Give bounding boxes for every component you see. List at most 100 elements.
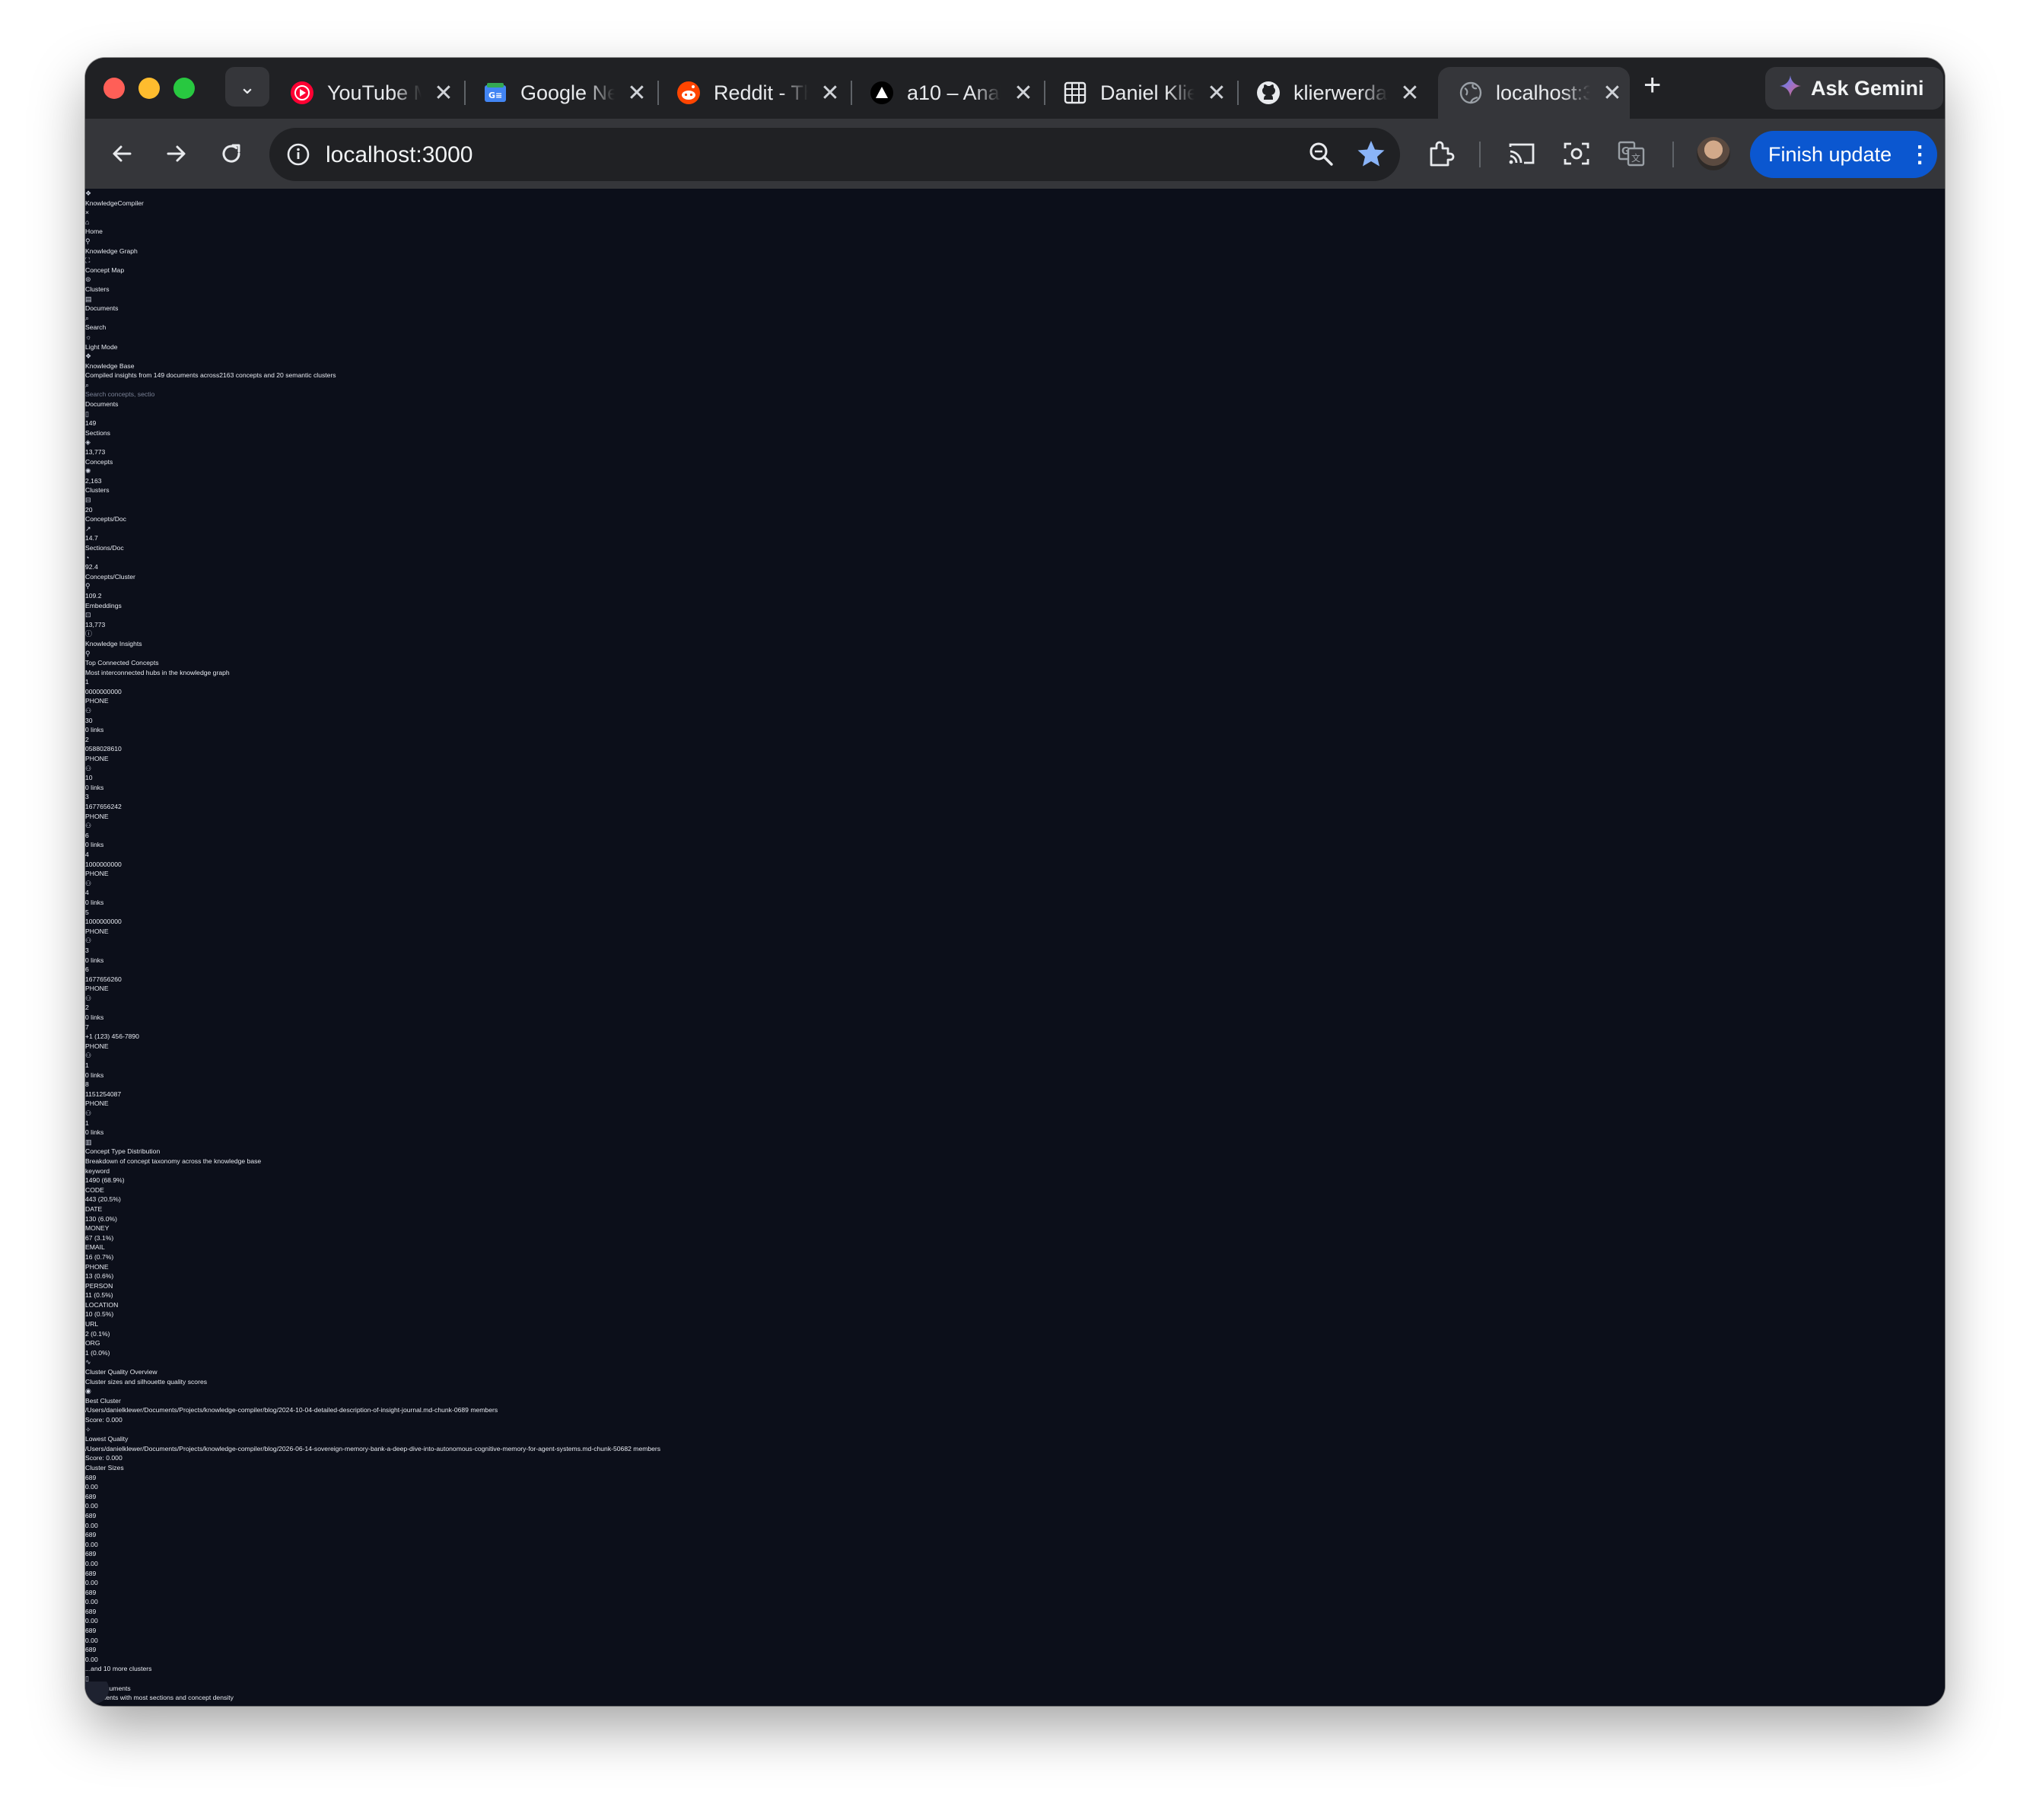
sidebar-item-knowledge-graph[interactable]: Knowledge Graph	[85, 247, 1945, 256]
finish-update-button[interactable]: Finish update ⋮	[1750, 131, 1937, 178]
concept-type: PHONE	[85, 1099, 109, 1108]
close-tab-icon[interactable]: ✕	[1012, 80, 1035, 107]
concept-count: 6	[85, 831, 89, 839]
cluster-size: 689	[85, 1569, 97, 1577]
tab-localhost[interactable]: localhost:3000 ✕	[1438, 67, 1630, 119]
quality-title: Cluster Quality Overview	[85, 1368, 158, 1376]
tab-github[interactable]: klierwerdan ✕	[1236, 67, 1427, 119]
tab-spreadsheet[interactable]: Daniel Klierwer ✕	[1042, 67, 1234, 119]
cast-icon[interactable]	[1507, 138, 1537, 169]
globe-icon	[1458, 80, 1484, 106]
zoom-window-button[interactable]	[173, 78, 195, 99]
home-icon: ⌂	[85, 218, 90, 226]
concept-name[interactable]: 1000000000	[85, 917, 1945, 927]
stat-value: 20	[85, 505, 93, 514]
close-tab-icon[interactable]: ✕	[432, 80, 455, 107]
tab-youtube-music[interactable]: YouTube Music ✕	[269, 67, 461, 119]
wave-icon: ∿	[85, 1358, 91, 1367]
stat-value: 13,773	[85, 448, 106, 457]
insights-title: Knowledge Insights	[85, 639, 142, 648]
concept-name[interactable]: 0588028610	[85, 744, 1945, 754]
best-cluster-path: /Users/danielklewer/Documents/Projects/k…	[85, 1406, 498, 1414]
distribution-type: EMAIL	[85, 1243, 105, 1252]
concept-type: PHONE	[85, 697, 109, 705]
sidebar-item-concept-map[interactable]: Concept Map	[85, 266, 1945, 275]
sidebar-item-home[interactable]: Home	[85, 227, 1945, 237]
sidebar-item-clusters[interactable]: Clusters	[85, 285, 1945, 294]
search-input[interactable]: Search concepts, sectio	[85, 390, 1945, 399]
concept-links: 0 links	[85, 841, 104, 849]
cluster-score: 0.00	[85, 1598, 98, 1606]
finish-update-label: Finish update	[1768, 142, 1892, 166]
close-tab-icon[interactable]: ✕	[625, 80, 648, 107]
concept-rank: 3	[85, 793, 89, 801]
cluster-score: 0.00	[85, 1655, 98, 1663]
cluster-score: 0.00	[85, 1617, 98, 1625]
back-button[interactable]	[105, 137, 138, 170]
forward-button[interactable]	[160, 137, 193, 170]
concept-rank: 8	[85, 1080, 89, 1089]
tab-title: localhost:3000	[1496, 81, 1590, 104]
concept-name[interactable]: 0000000000	[85, 687, 1945, 697]
cluster-size: 689	[85, 1588, 97, 1596]
sidebar-item-documents[interactable]: Documents	[85, 304, 1945, 313]
clusters-icon: ⊜	[85, 275, 91, 284]
tab-title: klierwerdan	[1293, 81, 1388, 104]
more-menu-icon[interactable]: ⋮	[1908, 142, 1931, 168]
tab-search-button[interactable]: ⌄	[225, 67, 269, 107]
close-tab-icon[interactable]: ✕	[819, 80, 842, 107]
graph-icon: ⚲	[85, 237, 91, 245]
tab-reddit[interactable]: Reddit - The heart of the internet ✕	[656, 67, 848, 119]
concept-name[interactable]: 1677656242	[85, 802, 1945, 812]
scroll-cursor-overlay	[85, 1682, 111, 1706]
concept-count: 30	[85, 716, 93, 724]
concept-rank: 7	[85, 1023, 89, 1031]
close-tab-icon[interactable]: ✕	[1205, 80, 1228, 107]
reload-button[interactable]	[215, 137, 248, 170]
concept-name[interactable]: 1151254087	[85, 1090, 1945, 1099]
cluster-score: 0.00	[85, 1559, 98, 1567]
url-text[interactable]: localhost:3000	[326, 142, 473, 168]
close-tab-icon[interactable]: ✕	[1398, 80, 1421, 107]
arrow-left-icon	[113, 145, 132, 162]
concept-name[interactable]: +1 (123) 456-7890	[85, 1032, 1945, 1042]
vector-icon: ⊡	[85, 611, 91, 619]
spreadsheet-icon	[1062, 80, 1088, 106]
new-tab-button[interactable]: +	[1643, 68, 1661, 103]
top-documents-subtitle: Documents with most sections and concept…	[85, 1694, 234, 1702]
extensions-icon[interactable]	[1426, 138, 1456, 169]
ask-gemini-button[interactable]: Ask Gemini	[1765, 67, 1943, 110]
profile-avatar[interactable]	[1697, 137, 1730, 170]
distribution-type: ORG	[85, 1339, 100, 1348]
screenshot-lens-icon[interactable]	[1561, 138, 1592, 169]
close-window-button[interactable]	[103, 78, 125, 99]
tab-title: Daniel Klierwer	[1100, 81, 1195, 104]
cluster-size: 689	[85, 1607, 97, 1615]
bookmark-star-icon[interactable]	[1356, 138, 1386, 173]
tab-vercel-analytics[interactable]: a10 – Analytics ✕	[849, 67, 1041, 119]
cluster-size: 689	[85, 1531, 97, 1539]
stat-value: 13,773	[85, 620, 106, 628]
minimize-window-button[interactable]	[138, 78, 160, 99]
stat-label: Concepts	[85, 457, 113, 466]
concept-rank: 6	[85, 966, 89, 974]
translate-icon[interactable]: G文	[1616, 138, 1647, 169]
sidebar-item-light-mode[interactable]: Light Mode	[85, 342, 1945, 352]
distribution-title: Concept Type Distribution	[85, 1147, 161, 1156]
concept-rank: 1	[85, 678, 89, 686]
sun-icon: ☼	[85, 332, 92, 341]
site-info-icon[interactable]	[283, 139, 313, 170]
tab-google-news[interactable]: G≡ Google News ✕	[463, 67, 654, 119]
close-sidebar-button[interactable]: ×	[85, 208, 1945, 218]
link-icon: ⚇	[85, 879, 92, 887]
concept-name[interactable]: 1677656260	[85, 975, 1945, 985]
network-icon: ⚲	[85, 582, 91, 590]
zoom-icon[interactable]	[1307, 140, 1336, 173]
insight-icon: ⓘ	[85, 630, 93, 638]
address-bar[interactable]: localhost:3000	[269, 128, 1400, 181]
sidebar-item-search[interactable]: Search	[85, 323, 1945, 332]
concept-links: 0 links	[85, 956, 104, 964]
cluster-score: 0.00	[85, 1636, 98, 1644]
close-tab-icon[interactable]: ✕	[1601, 80, 1624, 107]
concept-name[interactable]: 1000000000	[85, 860, 1945, 870]
